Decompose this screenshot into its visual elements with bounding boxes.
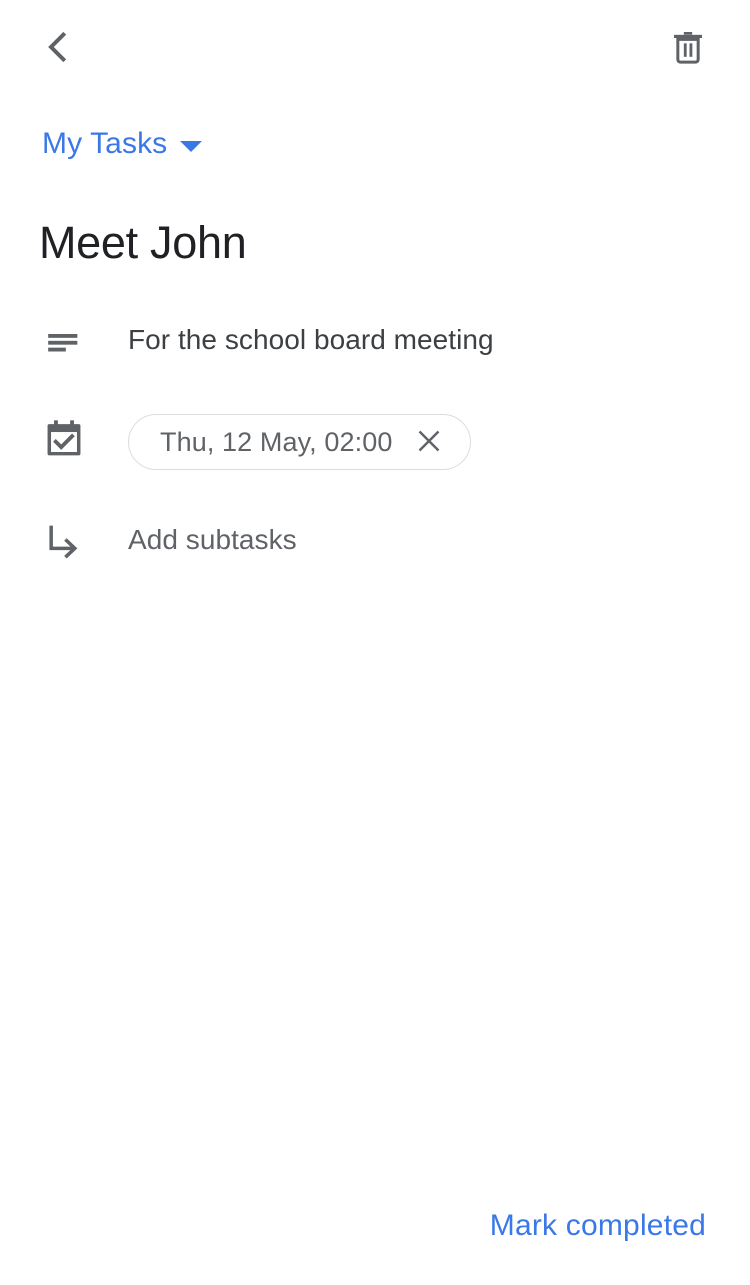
task-detail-screen: My Tasks Meet John For the school board … (0, 0, 750, 1285)
add-subtasks-label[interactable]: Add subtasks (128, 518, 297, 562)
notes-lines-icon (42, 320, 86, 364)
mark-completed-button[interactable]: Mark completed (486, 1199, 710, 1253)
notes-row[interactable]: For the school board meeting (0, 318, 750, 364)
due-date-chip[interactable]: Thu, 12 May, 02:00 (128, 414, 472, 470)
due-date-row: Thu, 12 May, 02:00 (0, 414, 750, 470)
bottom-action-bar: Mark completed (0, 1167, 750, 1285)
triangle-down-icon (180, 140, 203, 152)
notes-icon-cell (0, 318, 128, 364)
due-date-label: Thu, 12 May, 02:00 (160, 426, 393, 457)
app-bar (0, 0, 750, 96)
chevron-left-icon (38, 27, 78, 70)
task-list-name: My Tasks (42, 127, 168, 160)
notes-text[interactable]: For the school board meeting (128, 318, 494, 362)
close-x-icon (415, 427, 443, 458)
task-list-selector[interactable]: My Tasks (42, 126, 203, 162)
calendar-check-icon (42, 416, 86, 460)
add-subtasks-row[interactable]: Add subtasks (0, 518, 750, 564)
subdirectory-arrow-right-icon (42, 520, 86, 564)
trash-icon (668, 27, 708, 70)
due-date-icon-cell (0, 414, 128, 460)
remove-date-button[interactable] (410, 423, 448, 461)
subtasks-icon-cell (0, 518, 128, 564)
task-title[interactable]: Meet John (39, 215, 699, 271)
delete-button[interactable] (660, 20, 716, 76)
back-button[interactable] (30, 20, 86, 76)
